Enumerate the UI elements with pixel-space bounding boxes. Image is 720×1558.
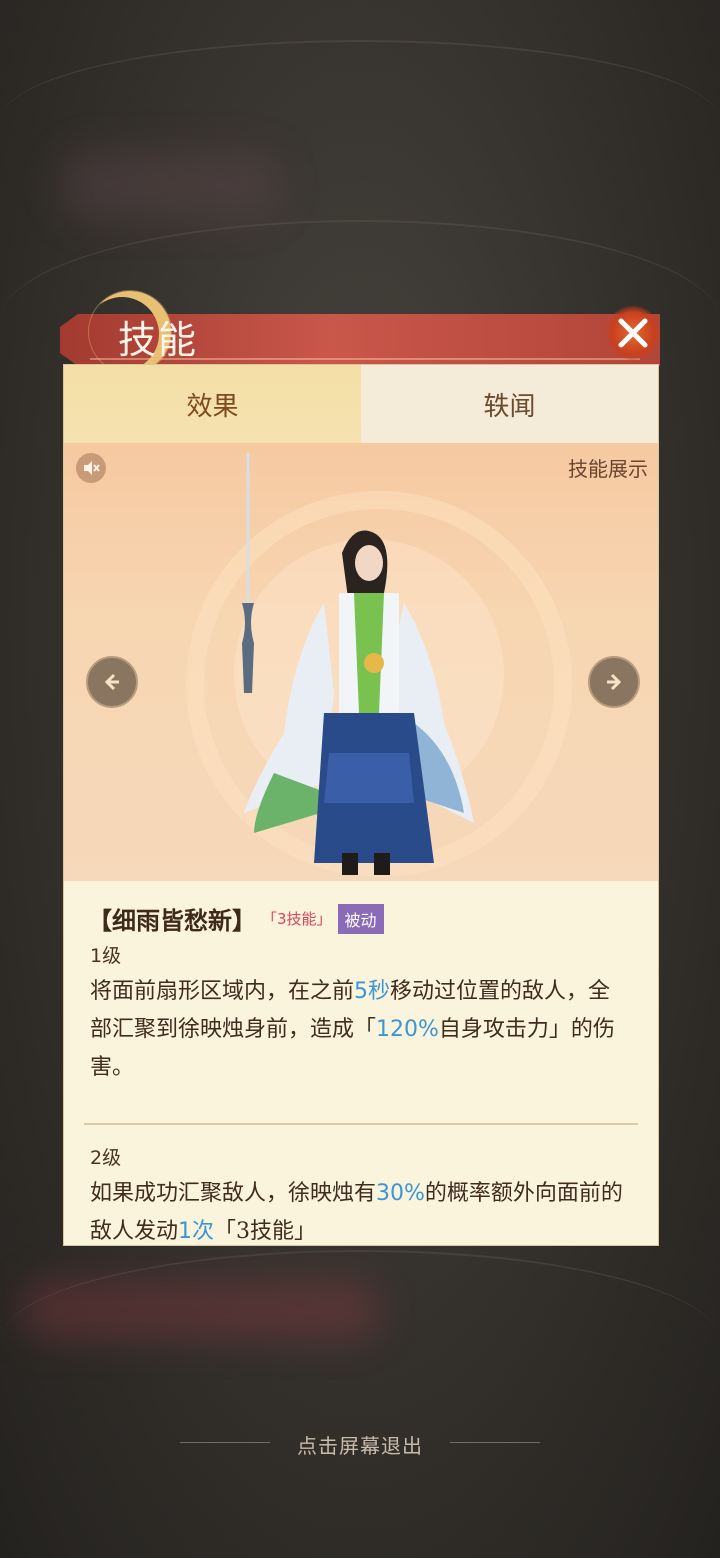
mute-button[interactable] bbox=[76, 453, 106, 483]
tab-effect[interactable]: 效果 bbox=[64, 365, 361, 443]
level-description: 将面前扇形区域内，在之前5秒移动过位置的敌人，全部汇聚到徐映烛身前，造成「120… bbox=[90, 973, 630, 1087]
close-button[interactable] bbox=[600, 300, 666, 366]
previous-button[interactable] bbox=[86, 656, 138, 708]
description-text: 将面前扇形区域内，在之前 bbox=[90, 979, 355, 1004]
close-icon bbox=[618, 318, 648, 348]
exit-hint[interactable]: 点击屏幕退出 bbox=[0, 1430, 720, 1459]
tab-anecdote[interactable]: 轶闻 bbox=[361, 365, 658, 443]
highlight-value: 1次 bbox=[178, 1219, 215, 1244]
arrow-right-icon bbox=[607, 673, 622, 691]
skill-slot-tag: 「3技能」 bbox=[262, 910, 332, 928]
level-label: 2级 bbox=[90, 1147, 122, 1169]
next-button[interactable] bbox=[588, 656, 640, 708]
skill-header: 【细雨皆愁新】 「3技能」 被动 bbox=[88, 901, 384, 936]
skill-dialog: 效果 轶闻 技能展示 【细雨皆愁新】 「3技能」 被动 1级 将面前扇形区域内，… bbox=[64, 365, 658, 1245]
dialog-title: 技能 bbox=[118, 318, 199, 362]
highlight-value: 30% bbox=[376, 1181, 425, 1206]
highlight-value: 5秒 bbox=[354, 979, 391, 1004]
arrow-left-icon bbox=[104, 673, 119, 691]
background-blur bbox=[60, 150, 280, 220]
skill-type-badge: 被动 bbox=[337, 903, 384, 934]
background-blur bbox=[20, 1280, 380, 1340]
character-model bbox=[242, 453, 474, 875]
skill-showcase: 技能展示 bbox=[64, 443, 658, 881]
skill-detail-panel: 【细雨皆愁新】 「3技能」 被动 1级 将面前扇形区域内，在之前5秒移动过位置的… bbox=[64, 881, 658, 1245]
level-description: 如果成功汇聚敌人，徐映烛有30%的概率额外向面前的敌人发动1次「3技能」 bbox=[90, 1175, 630, 1245]
description-text: 如果成功汇聚敌人，徐映烛有 bbox=[90, 1181, 377, 1206]
highlight-value: 120% bbox=[376, 1017, 439, 1042]
skill-name: 【细雨皆愁新】 bbox=[88, 906, 256, 935]
tab-bar: 效果 轶闻 bbox=[64, 365, 658, 443]
level-label: 1级 bbox=[90, 945, 122, 967]
description-text: 「3技能」 bbox=[214, 1219, 317, 1244]
divider bbox=[84, 1123, 638, 1125]
speaker-muted-icon bbox=[84, 461, 100, 475]
background-wave bbox=[0, 1250, 720, 1432]
skill-showcase-label: 技能展示 bbox=[568, 457, 648, 481]
